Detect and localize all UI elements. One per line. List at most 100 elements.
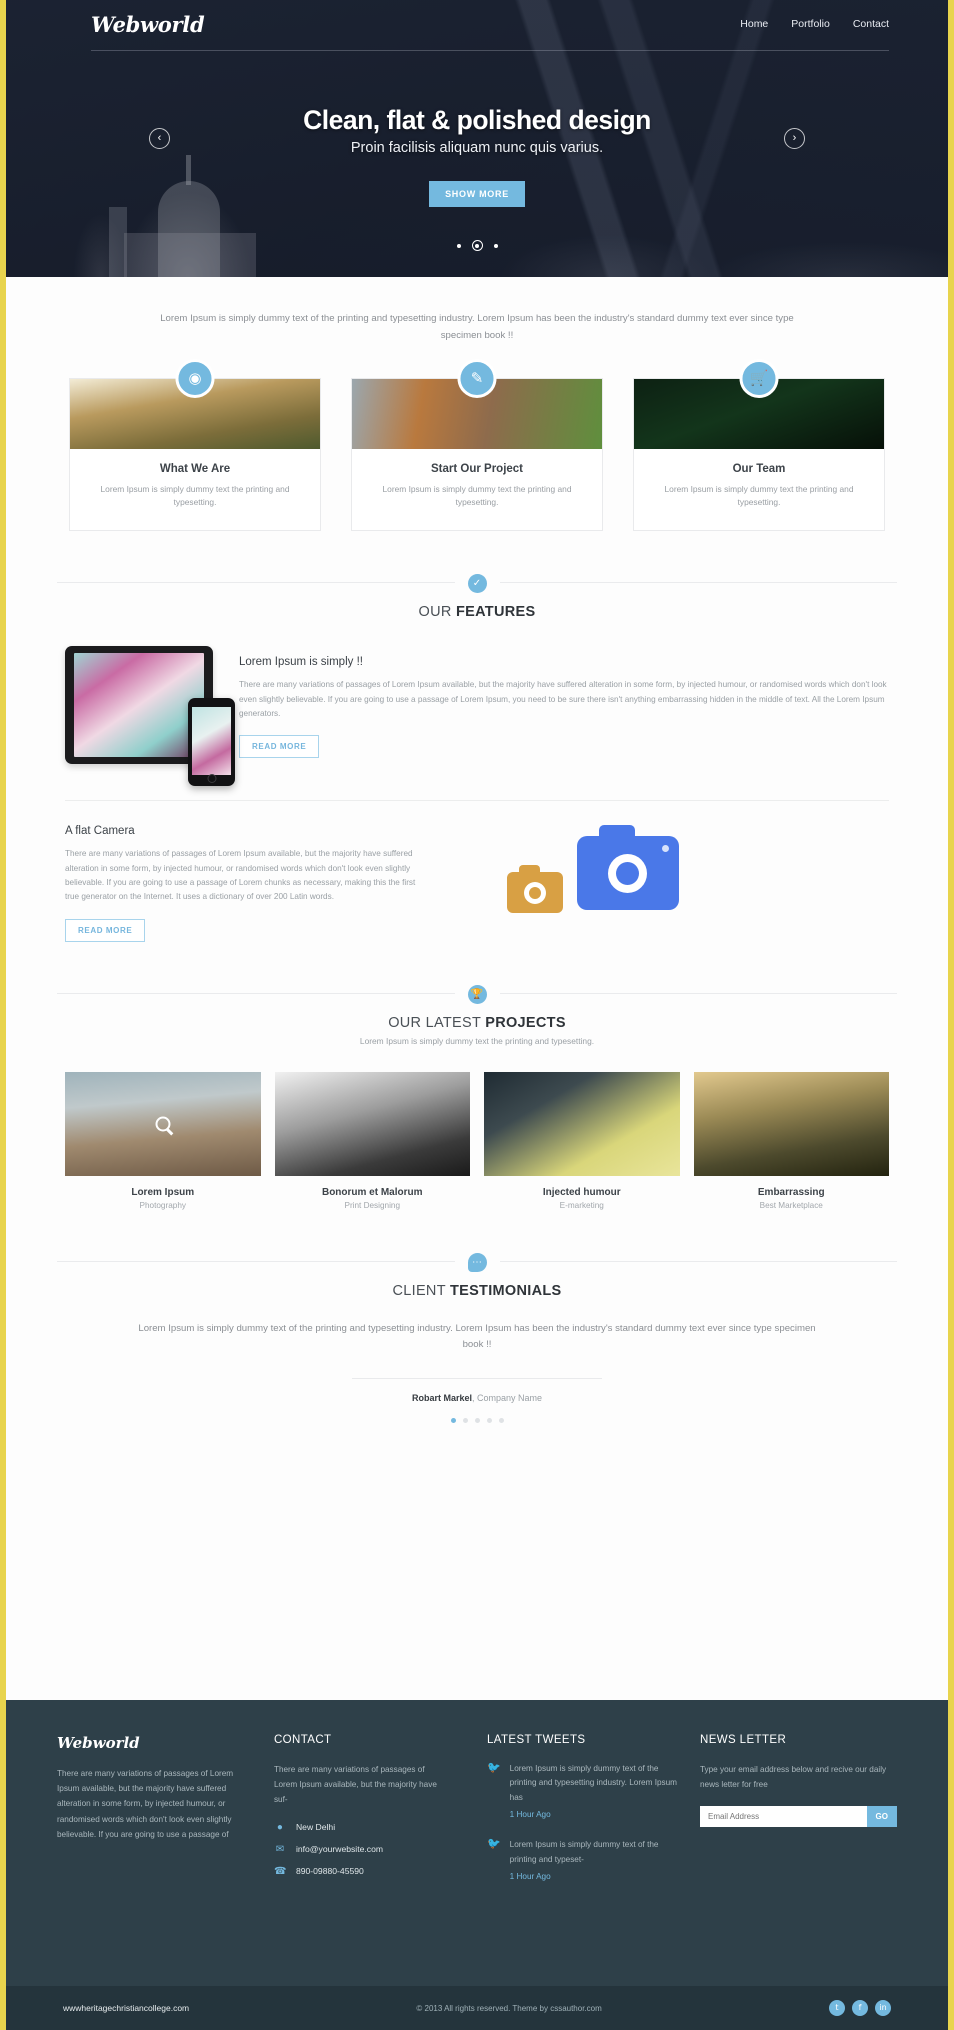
website-page: Webworld Home Portfolio Contact ‹ › Clea… — [0, 0, 954, 2030]
footer-social-links: t f in — [829, 2000, 891, 2016]
testimonial-author-name: Robart Markel — [411, 1393, 472, 1404]
twitter-bird-icon: 🐦 — [486, 1838, 501, 1851]
camera-illustration — [455, 825, 889, 938]
footer-about-column: Webworld There are many variations of pa… — [57, 1734, 258, 1900]
carousel-dot-2-active[interactable] — [471, 240, 483, 251]
testimonial-dot-4[interactable] — [486, 1418, 492, 1424]
email-input[interactable] — [699, 1806, 867, 1828]
newsletter-go-button[interactable]: GO — [866, 1806, 897, 1828]
envelope-icon: ✉ — [275, 1843, 285, 1855]
project-item[interactable]: Bonorum et Malorum Print Designing — [274, 1071, 470, 1210]
intro-paragraph: Lorem Ipsum is simply dummy text of the … — [160, 313, 794, 341]
project-image[interactable] — [484, 1071, 680, 1176]
footer-tweets-heading: LATEST TWEETS — [486, 1734, 586, 1746]
service-card[interactable]: 🛒 Our Team Lorem Ipsum is simply dummy t… — [633, 358, 885, 532]
linkedin-icon[interactable]: in — [875, 2000, 891, 2016]
project-item[interactable]: Embarrassing Best Marketplace — [693, 1071, 889, 1210]
footer-contact-text: There are many variations of passages of… — [273, 1765, 437, 1805]
footer-contact-column: CONTACT There are many variations of pas… — [274, 1734, 471, 1900]
footer-phone: 890-09880-45590 — [295, 1866, 364, 1877]
testimonial-dots — [57, 1418, 897, 1424]
features-title: OUR FEATURES — [418, 604, 536, 621]
service-card-title: Our Team — [732, 462, 786, 475]
small-camera-icon — [507, 865, 563, 914]
footer-logo[interactable]: Webworld — [57, 1734, 258, 1752]
trophy-icon: 🏆 — [467, 984, 487, 1004]
main-navigation: Home Portfolio Contact — [740, 18, 889, 30]
nav-item-portfolio[interactable]: Portfolio — [791, 18, 830, 30]
facebook-icon[interactable]: f — [852, 2000, 868, 2016]
nav-item-contact[interactable]: Contact — [853, 18, 889, 30]
phone-screen — [192, 707, 231, 776]
read-more-button[interactable]: READ MORE — [65, 918, 146, 942]
footer-phone-row: ☎ 890-09880-45590 — [274, 1866, 471, 1877]
projects-grid: Lorem Ipsum Photography Bonorum et Malor… — [57, 1046, 897, 1210]
nav-item-home[interactable]: Home — [740, 18, 768, 30]
camera-body: There are many variations of passages of… — [65, 849, 416, 902]
tweet-item[interactable]: 🐦 Lorem Ipsum is simply dummy text of th… — [487, 1762, 684, 1822]
footer-newsletter-heading: NEWS LETTER — [699, 1734, 787, 1746]
footer-bottom-bar: wwwheritagechristiancollege.com © 2013 A… — [6, 1986, 948, 2030]
tweet-time: 1 Hour Ago — [509, 1810, 551, 1820]
footer-location: New Delhi — [295, 1822, 336, 1833]
footer-newsletter-text: Type your email address below and recive… — [699, 1765, 887, 1790]
testimonial-dot-2[interactable] — [462, 1418, 468, 1424]
footer-site-url: wwwheritagechristiancollege.com — [63, 2003, 190, 2013]
project-image[interactable] — [65, 1071, 261, 1176]
footer-location-row: ● New Delhi — [274, 1822, 471, 1833]
footer-tweets-column: LATEST TWEETS 🐦 Lorem Ipsum is simply du… — [487, 1734, 684, 1900]
service-card-text: Lorem Ipsum is simply dummy text the pri… — [382, 483, 572, 508]
footer-copyright: © 2013 All rights reserved. Theme by css… — [416, 2003, 602, 2013]
project-image[interactable] — [274, 1071, 470, 1176]
footer-email[interactable]: info@yourwebsite.com — [296, 1844, 383, 1854]
project-title: Embarrassing — [757, 1186, 825, 1198]
pencil-square-icon[interactable]: ✎ — [457, 358, 497, 398]
testimonials-title: CLIENT TESTIMONIALS — [392, 1282, 562, 1299]
project-item[interactable]: Injected humour E-marketing — [484, 1071, 680, 1210]
header-divider — [91, 50, 889, 51]
twitter-icon[interactable]: t — [829, 2000, 845, 2016]
footer-newsletter-column: NEWS LETTER Type your email address belo… — [699, 1734, 897, 1900]
testimonial-dot-5[interactable] — [498, 1418, 504, 1424]
read-more-button[interactable]: READ MORE — [239, 735, 320, 759]
tweet-text: Lorem Ipsum is simply dummy text of the … — [509, 1840, 659, 1864]
feature-heading: Lorem Ipsum is simply !! — [239, 656, 363, 669]
camera-heading: A flat Camera — [65, 825, 135, 838]
magnifier-icon[interactable] — [155, 1116, 171, 1132]
testimonial-dot-1-active[interactable] — [450, 1418, 456, 1424]
hero-banner: Webworld Home Portfolio Contact ‹ › Clea… — [6, 0, 948, 277]
testimonial-separator — [352, 1378, 602, 1380]
project-item[interactable]: Lorem Ipsum Photography — [65, 1071, 261, 1210]
testimonial-dot-3[interactable] — [474, 1418, 480, 1424]
features-row: Lorem Ipsum is simply !! There are many … — [57, 620, 897, 787]
camera-row: A flat Camera There are many variations … — [57, 801, 897, 942]
project-title: Injected humour — [542, 1186, 621, 1198]
service-card[interactable]: ◉ What We Are Lorem Ipsum is simply dumm… — [69, 358, 321, 532]
footer-email-row[interactable]: ✉ info@yourwebsite.com — [274, 1844, 471, 1855]
service-card[interactable]: ✎ Start Our Project Lorem Ipsum is simpl… — [351, 358, 603, 532]
project-title: Bonorum et Malorum — [321, 1186, 423, 1198]
phone-device-image — [188, 698, 235, 787]
project-image[interactable] — [693, 1071, 889, 1176]
features-section-header: ✓ OUR FEATURES — [57, 573, 897, 620]
site-logo[interactable]: Webworld — [91, 12, 205, 37]
camera-icon[interactable]: ◉ — [175, 358, 215, 398]
service-card-title: Start Our Project — [430, 462, 524, 475]
carousel-dot-3[interactable] — [493, 243, 498, 248]
site-footer: Webworld There are many variations of pa… — [6, 1700, 948, 2030]
phone-icon: ☎ — [273, 1865, 287, 1877]
hero-content: Clean, flat & polished design Proin faci… — [57, 105, 897, 207]
testimonial-author-company: , Company Name — [472, 1393, 543, 1404]
tablet-device-image — [65, 646, 235, 787]
carousel-dot-1[interactable] — [456, 243, 461, 248]
projects-title: OUR LATEST PROJECTS — [388, 1014, 566, 1031]
speech-bubble-icon: ⋯ — [467, 1252, 487, 1272]
shopping-cart-icon[interactable]: 🛒 — [739, 358, 779, 398]
testimonial-author: Robart Markel, Company Name — [57, 1393, 897, 1403]
show-more-button[interactable]: SHOW MORE — [429, 181, 525, 207]
service-card-text: Lorem Ipsum is simply dummy text the pri… — [100, 483, 290, 508]
service-card-title: What We Are — [159, 462, 231, 475]
tweet-item[interactable]: 🐦 Lorem Ipsum is simply dummy text of th… — [487, 1838, 684, 1884]
feature-body: There are many variations of passages of… — [239, 680, 887, 718]
tablet-screen — [74, 653, 204, 758]
